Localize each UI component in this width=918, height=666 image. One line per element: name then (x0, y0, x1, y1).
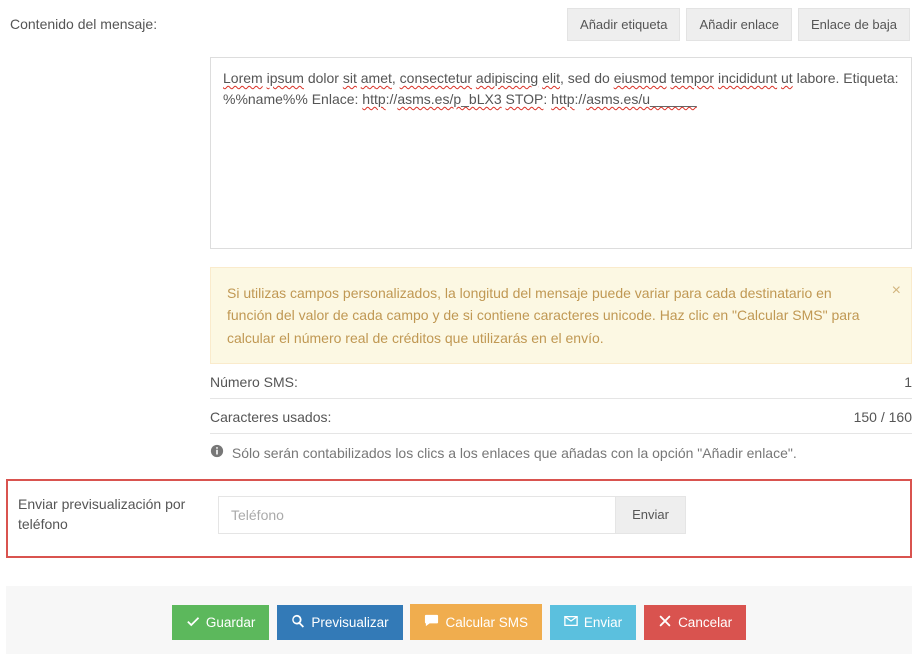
action-bar: Guardar Previsualizar Calcular SMS Envia… (6, 586, 912, 654)
link-tracking-hint-text: Sólo serán contabilizados los clics a lo… (232, 445, 797, 461)
chars-used-label: Caracteres usados: (210, 409, 331, 425)
info-icon (210, 444, 224, 461)
add-tag-button[interactable]: Añadir etiqueta (567, 8, 680, 41)
preview-send-button[interactable]: Enviar (615, 496, 686, 534)
check-icon (186, 614, 200, 631)
chars-used-row: Caracteres usados: 150 / 160 (210, 399, 912, 434)
sms-compose-panel: Contenido del mensaje: Añadir etiqueta A… (0, 0, 918, 666)
link-tracking-hint: Sólo serán contabilizados los clics a lo… (210, 434, 912, 471)
send-button[interactable]: Enviar (550, 605, 636, 640)
add-link-button[interactable]: Añadir enlace (686, 8, 792, 41)
info-alert: × Si utilizas campos personalizados, la … (210, 267, 912, 364)
sms-count-value: 1 (904, 374, 912, 390)
close-icon[interactable]: × (892, 278, 901, 304)
envelope-icon (564, 614, 578, 631)
message-toolbar: Añadir etiqueta Añadir enlace Enlace de … (210, 8, 912, 41)
close-icon (658, 614, 672, 631)
message-content-label: Contenido del mensaje: (6, 8, 210, 49)
search-icon (291, 614, 305, 631)
sms-count-row: Número SMS: 1 (210, 364, 912, 399)
info-alert-text: Si utilizas campos personalizados, la lo… (227, 285, 860, 346)
preview-button[interactable]: Previsualizar (277, 605, 402, 640)
preview-by-phone-label: Enviar previsualización por teléfono (14, 491, 218, 538)
calculate-sms-button[interactable]: Calcular SMS (410, 604, 542, 640)
sms-count-label: Número SMS: (210, 374, 298, 390)
save-button[interactable]: Guardar (172, 605, 270, 640)
cancel-button[interactable]: Cancelar (644, 605, 746, 640)
preview-by-phone-section: Enviar previsualización por teléfono Env… (6, 479, 912, 558)
unsubscribe-link-button[interactable]: Enlace de baja (798, 8, 910, 41)
chars-used-value: 150 / 160 (854, 409, 912, 425)
preview-phone-input[interactable] (218, 496, 615, 534)
message-content-textarea[interactable]: Lorem ipsum dolor sit amet, consectetur … (210, 57, 912, 249)
chat-icon (424, 613, 439, 631)
